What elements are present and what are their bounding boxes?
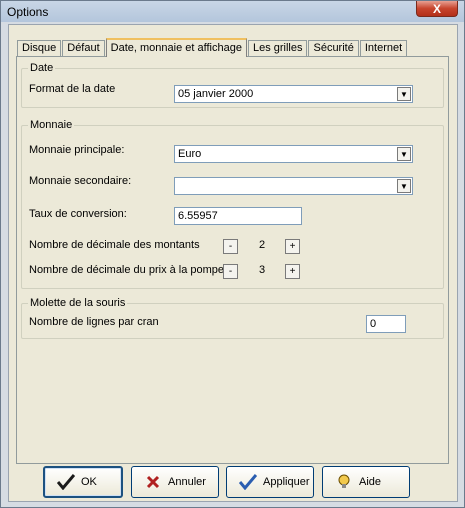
amount-decimals-plus-button[interactable]: + [285, 239, 300, 254]
x-mark-icon [142, 475, 164, 489]
date-format-label: Format de la date [29, 83, 116, 95]
conversion-rate-label: Taux de conversion: [29, 208, 127, 220]
tab-disque[interactable]: Disque [17, 40, 62, 57]
close-icon: X [432, 1, 441, 16]
apply-button-label: Appliquer [263, 476, 310, 488]
date-group-legend: Date [30, 62, 54, 74]
checkmark-icon [237, 474, 259, 490]
tab-strip: Disque Défaut Date, monnaie et affichage… [17, 38, 408, 57]
primary-currency-select[interactable]: Euro ▼ [174, 145, 413, 163]
checkmark-icon [55, 474, 77, 490]
lines-per-notch-label: Nombre de lignes par cran [29, 316, 159, 328]
chevron-down-icon[interactable]: ▼ [397, 179, 411, 193]
mouse-wheel-group-legend: Molette de la souris [30, 297, 126, 309]
ok-button-label: OK [81, 476, 97, 488]
tab-les-grilles[interactable]: Les grilles [247, 40, 308, 57]
help-bulb-icon [333, 474, 355, 490]
secondary-currency-label: Monnaie secondaire: [29, 175, 132, 187]
lines-per-notch-input[interactable]: 0 [366, 315, 406, 333]
primary-currency-label: Monnaie principale: [29, 144, 125, 156]
amount-decimals-label: Nombre de décimale des montants [29, 239, 200, 251]
currency-group-legend: Monnaie [30, 119, 73, 131]
cancel-button[interactable]: Annuler [131, 466, 219, 498]
tab-panel: Date Format de la date 05 janvier 2000 ▼… [16, 56, 449, 464]
tab-date-monnaie-affichage[interactable]: Date, monnaie et affichage [105, 38, 247, 57]
amount-decimals-minus-button[interactable]: - [223, 239, 238, 254]
window-title: Options [7, 5, 49, 19]
tab-securite[interactable]: Sécurité [308, 40, 359, 57]
pump-decimals-label: Nombre de décimale du prix à la pompe [29, 264, 225, 276]
date-format-select[interactable]: 05 janvier 2000 ▼ [174, 85, 413, 103]
pump-decimals-value: 3 [258, 264, 266, 276]
help-button[interactable]: Aide [322, 466, 410, 498]
pump-decimals-minus-button[interactable]: - [223, 264, 238, 279]
ok-button[interactable]: OK [43, 466, 123, 498]
amount-decimals-value: 2 [258, 239, 266, 251]
secondary-currency-select[interactable]: ▼ [174, 177, 413, 195]
dialog-client-area: Disque Défaut Date, monnaie et affichage… [8, 24, 458, 502]
tab-internet[interactable]: Internet [359, 40, 408, 57]
primary-currency-value: Euro [178, 148, 202, 160]
date-format-value: 05 janvier 2000 [178, 88, 254, 100]
apply-button[interactable]: Appliquer [226, 466, 314, 498]
conversion-rate-input[interactable]: 6.55957 [174, 207, 302, 225]
chevron-down-icon[interactable]: ▼ [397, 87, 411, 101]
options-window: Options X Disque Défaut Date, monnaie et… [0, 0, 465, 508]
tab-defaut[interactable]: Défaut [62, 40, 105, 57]
chevron-down-icon[interactable]: ▼ [397, 147, 411, 161]
help-button-label: Aide [359, 476, 382, 488]
cancel-button-label: Annuler [168, 476, 206, 488]
pump-decimals-plus-button[interactable]: + [285, 264, 300, 279]
close-button[interactable]: X [416, 1, 458, 17]
title-bar[interactable]: Options X [1, 1, 464, 22]
